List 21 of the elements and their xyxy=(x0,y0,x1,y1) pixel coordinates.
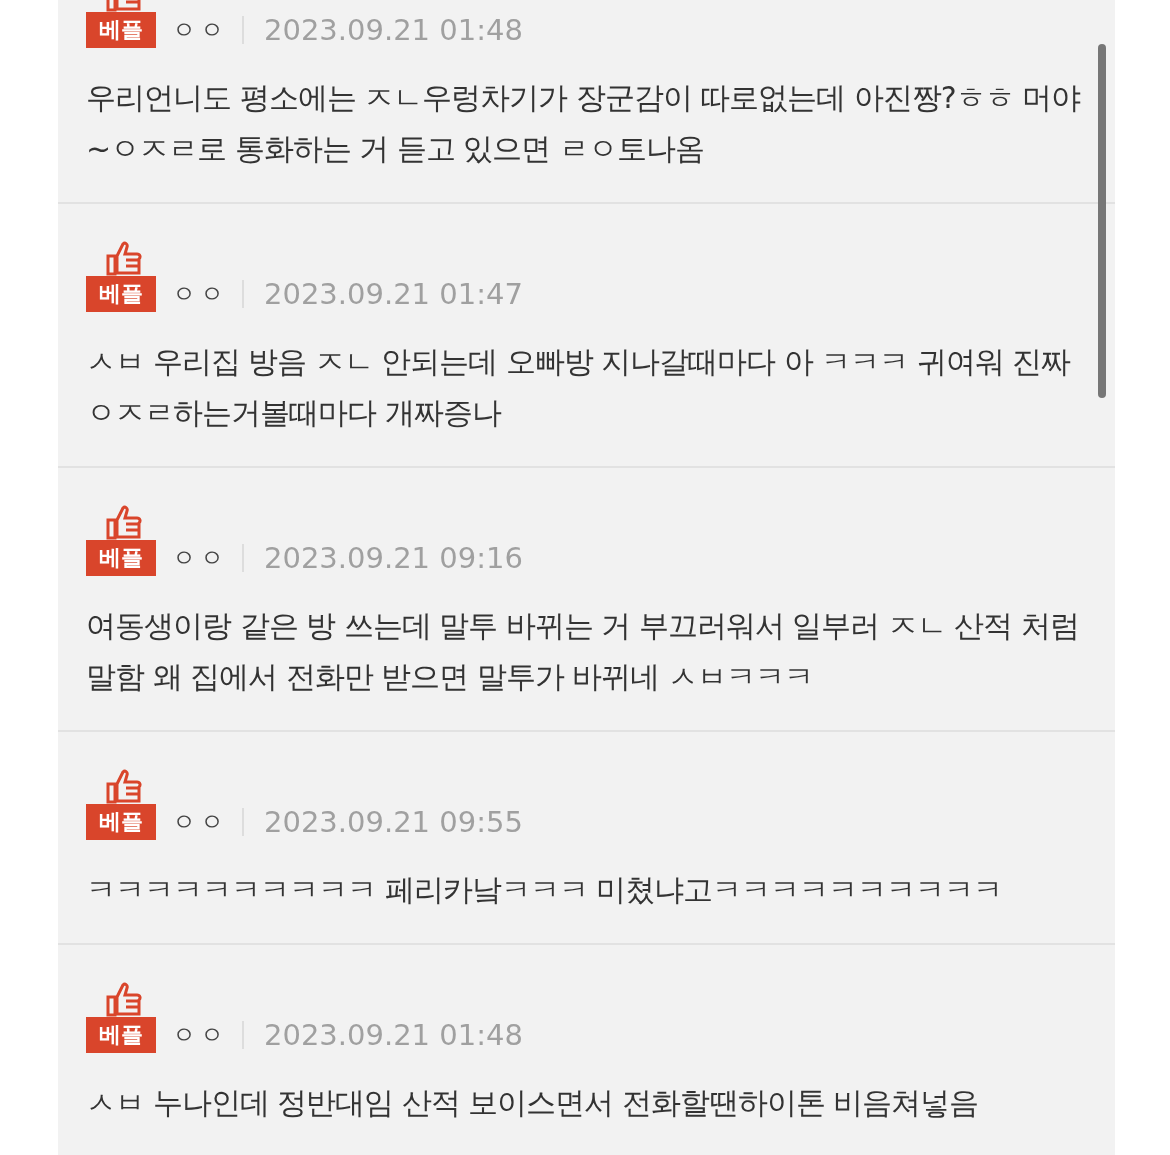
author-name: ㅇㅇ xyxy=(172,807,228,838)
comment-date: 2023.09.21 01:48 xyxy=(264,1018,523,1052)
author-name: ㅇㅇ xyxy=(172,15,228,46)
best-badge: 베플 xyxy=(86,540,156,576)
best-badge: 베플 xyxy=(86,276,156,312)
best-badge: 베플 xyxy=(86,12,156,48)
best-badge: 베플 xyxy=(86,804,156,840)
author-name: ㅇㅇ xyxy=(172,543,228,574)
scrollbar[interactable] xyxy=(1098,44,1106,398)
best-badge: 베플 xyxy=(86,1017,156,1053)
comment-text: ㅅㅂ 누나인데 정반대임 산적 보이스면서 전화할땐하이톤 비음쳐넣음 xyxy=(86,1084,980,1122)
comment-date: 2023.09.21 01:47 xyxy=(264,277,523,311)
author-name: ㅇㅇ xyxy=(172,1020,228,1051)
comment-text: 우리언니도 평소에는 ㅈㄴ우렁차기가 장군감이 따로없는데 아진짱?ㅎㅎ 머야~ㅇㅈㄹ로 통화하는 거 듣고 있으면 ㄹㅇ토나옴 xyxy=(86,79,1082,168)
comment-date: 2023.09.21 09:16 xyxy=(264,541,523,575)
comment-text: 여동생이랑 같은 방 쓰는데 말투 바뀌는 거 부끄러워서 일부러 ㅈㄴ 산적 처럼 말함 왜 집에서 전화만 받으면 말투가 바뀌네 ㅅㅂㅋㅋㅋ xyxy=(86,607,1080,696)
comment-text: ㅅㅂ 우리집 방음 ㅈㄴ 안되는데 오빠방 지나갈때마다 아 ㅋㅋㅋ 귀여워 진짜 ㅇㅈㄹ하는거볼때마다 개짜증나 xyxy=(86,343,1072,432)
comment-date: 2023.09.21 01:48 xyxy=(264,13,523,47)
author-name: ㅇㅇ xyxy=(172,279,228,310)
comment-text: ㅋㅋㅋㅋㅋㅋㅋㅋㅋㅋ 페리카낰ㅋㅋㅋ 미쳤냐고ㅋㅋㅋㅋㅋㅋㅋㅋㅋㅋ xyxy=(86,871,1004,909)
comment-date: 2023.09.21 09:55 xyxy=(264,805,523,839)
